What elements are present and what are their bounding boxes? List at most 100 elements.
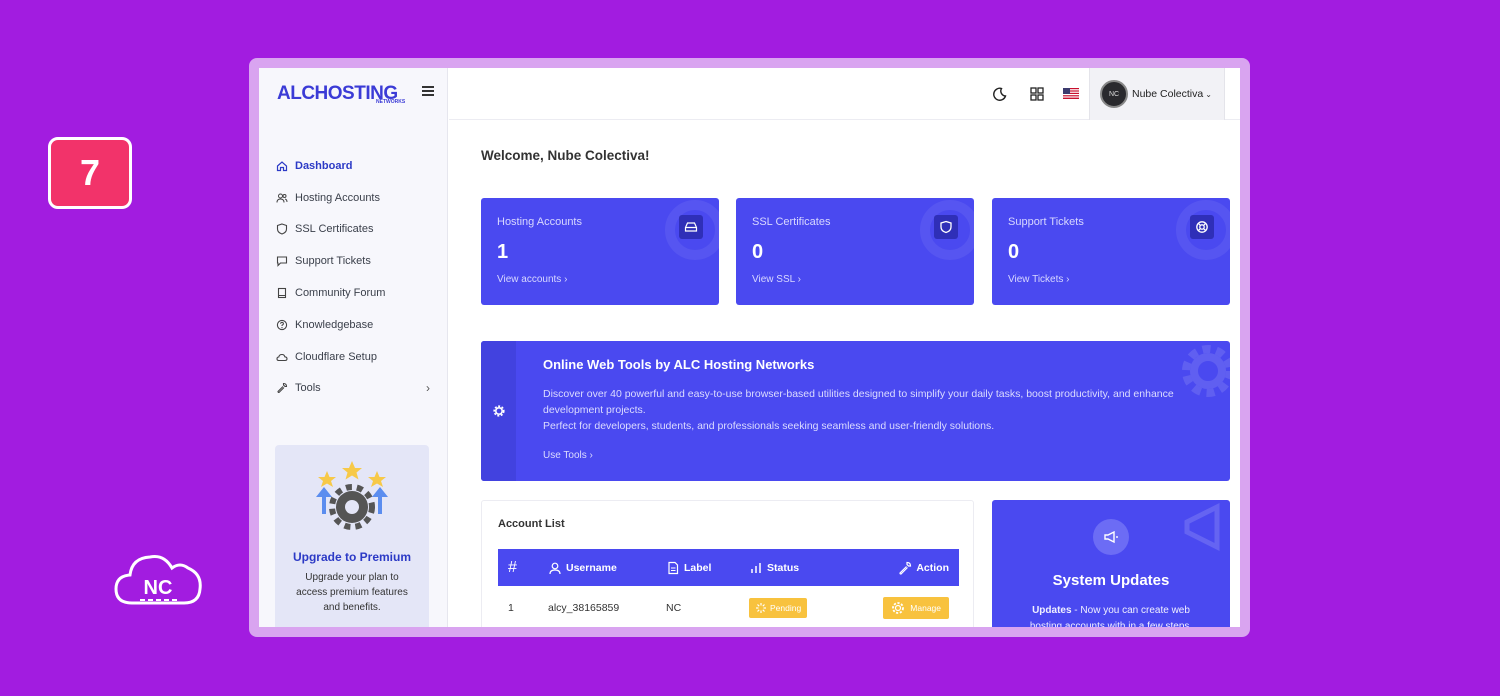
brand-logo[interactable]: ALCHOSTING NETWORKS [259,68,447,120]
sidebar-item-community-forum[interactable]: Community Forum [259,277,448,309]
nc-logo-text: NC [144,577,173,599]
sidebar-item-label: Knowledgebase [295,318,374,331]
col-label: Username [566,561,617,574]
us-flag-icon[interactable] [1063,88,1079,99]
tools-desc-line1: Discover over 40 powerful and easy-to-us… [543,388,1174,416]
brand-logo-sub: NETWORKS [376,99,406,105]
sidebar-item-cloudflare-setup[interactable]: Cloudflare Setup [259,341,448,373]
cloud-icon [276,351,288,363]
manage-label: Manage [910,602,941,613]
col-status: Status [749,549,864,586]
system-updates-card: System Updates Updates - Now you can cre… [992,500,1230,627]
home-icon [276,160,288,172]
user-menu[interactable]: NC Nube Colectiva ⌄ [1089,68,1225,120]
status-badge: Pending [749,597,808,618]
chevron-down-icon: ⌄ [1205,89,1212,99]
view-ssl-link[interactable]: View SSL › [752,274,801,285]
account-table: # Username Label Status Action 1 alcy_38… [498,549,959,627]
sidebar-item-label: Hosting Accounts [295,191,380,204]
wrench-icon [899,561,912,575]
link-text: Use Tools [543,450,587,461]
shield-icon [934,215,958,239]
apps-grid-icon[interactable] [1029,86,1045,102]
avatar: NC [1100,80,1128,108]
sidebar-item-label: Community Forum [295,287,386,300]
stat-card-ssl-certificates: SSL Certificates 0 View SSL › [736,198,974,305]
chevron-right-icon: › [426,381,430,396]
use-tools-link[interactable]: Use Tools › [543,450,593,461]
bar-chart-icon [751,562,761,573]
table-header-row: # Username Label Status Action [498,549,959,586]
stat-label: SSL Certificates [752,216,831,228]
web-tools-banner: Online Web Tools by ALC Hosting Networks… [481,341,1230,481]
spinner-icon [756,602,766,613]
shield-icon [276,223,288,236]
updates-text: Updates - Now you can create web hosting… [992,603,1230,627]
sidebar-item-hosting-accounts[interactable]: Hosting Accounts [259,182,448,214]
sidebar-item-label: Tools [295,382,321,395]
link-text: View accounts [497,274,562,285]
topbar: NC Nube Colectiva ⌄ [449,68,1240,120]
sidebar-item-dashboard[interactable]: Dashboard [259,150,448,182]
user-name: Nube Colectiva [1132,88,1204,100]
cell-number: 1 [498,586,548,627]
help-circle-icon [276,319,288,331]
sidebar-item-knowledgebase[interactable]: Knowledgebase [259,309,448,341]
stat-card-support-tickets: Support Tickets 0 View Tickets › [992,198,1230,305]
browser-frame: ALCHOSTING NETWORKS Dashboard Hosting Ac… [249,58,1250,637]
nc-cloud-logo: NC [114,555,202,605]
hard-drive-icon [679,215,703,239]
book-icon [276,287,288,299]
megaphone-icon [1093,519,1129,555]
col-label-header: Label [666,549,749,586]
col-label: Action [916,561,949,574]
upgrade-text: Upgrade your plan to access premium feat… [296,572,408,613]
wrench-icon [276,382,288,394]
updates-lead: Updates [1032,605,1072,616]
account-list-card: Account List # Username Label Status Act… [481,500,974,627]
link-text: View Tickets [1008,274,1064,285]
gear-icon [481,341,516,481]
upgrade-card: Upgrade to Premium Upgrade your plan to … [275,445,429,627]
users-icon [276,192,288,204]
sidebar-item-ssl-certificates[interactable]: SSL Certificates [259,214,448,246]
table-row: 1 alcy_38165859 NC Pending Manage [498,586,959,627]
view-accounts-link[interactable]: View accounts › [497,274,567,285]
dark-mode-moon-icon[interactable] [992,86,1008,102]
upgrade-title: Upgrade to Premium [292,550,412,564]
stat-value: 0 [752,241,764,263]
updates-title: System Updates [1052,572,1170,589]
premium-gear-illustration [316,461,388,530]
sidebar-item-label: Dashboard [295,159,353,172]
step-number-badge: 7 [48,137,132,209]
document-icon [668,561,679,574]
view-tickets-link[interactable]: View Tickets › [1008,274,1070,285]
link-text: View SSL [752,274,795,285]
status-text: Pending [770,602,802,613]
menu-toggle-icon[interactable] [422,86,434,96]
cell-action: Manage [864,586,959,627]
user-icon [549,562,561,574]
cell-status: Pending [749,586,864,627]
welcome-heading: Welcome, Nube Colectiva! [481,148,650,163]
stat-value: 0 [1008,241,1020,263]
sidebar-item-label: SSL Certificates [295,223,374,236]
col-number: # [508,558,517,576]
col-username: Username [548,549,666,586]
stat-card-hosting-accounts: Hosting Accounts 1 View accounts › [481,198,719,305]
chat-icon [276,255,288,268]
stat-label: Hosting Accounts [497,216,582,228]
col-action: Action [864,549,959,586]
tools-description: Discover over 40 powerful and easy-to-us… [543,386,1213,434]
lifebuoy-icon [1190,215,1214,239]
manage-button[interactable]: Manage [883,596,949,619]
col-label: Label [684,561,712,574]
col-label: Status [767,561,800,574]
sidebar-item-label: Support Tickets [295,255,371,268]
sidebar-item-tools[interactable]: Tools › [259,373,448,405]
sidebar-item-support-tickets[interactable]: Support Tickets [259,245,448,277]
tools-title: Online Web Tools by ALC Hosting Networks [543,357,815,372]
cell-username: alcy_38165859 [548,586,666,627]
sidebar: ALCHOSTING NETWORKS Dashboard Hosting Ac… [259,68,448,627]
stat-label: Support Tickets [1008,216,1084,228]
